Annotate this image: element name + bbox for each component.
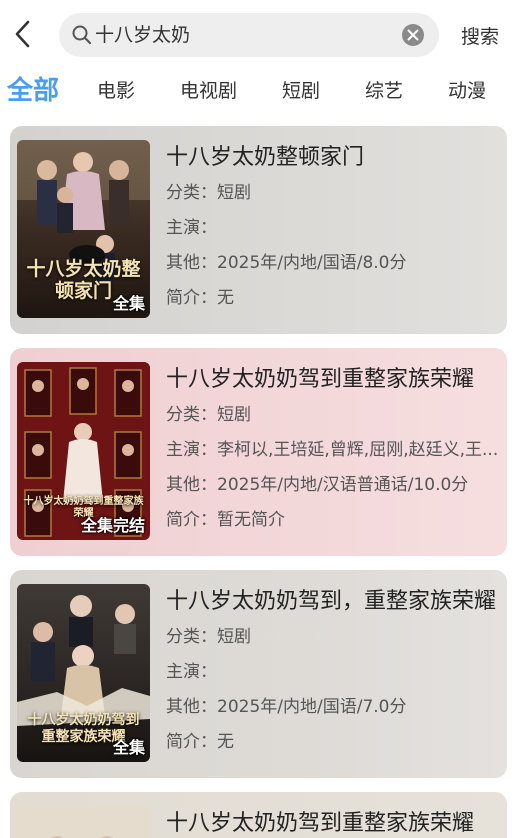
cast-row: 主演：李柯以,王培延,曾辉,屈刚,赵廷义,王... (166, 440, 499, 460)
category-value: 短剧 (217, 183, 251, 203)
top-bar: 搜索 (0, 0, 519, 68)
result-card[interactable]: 十八岁太奶奶驾到重整家族荣耀 (10, 792, 507, 838)
other-row: 其他：2025年/内地/汉语普通话/10.0分 (166, 475, 469, 495)
intro-row: 简介：无 (166, 288, 234, 308)
poster-image: 十八岁太奶整顿家门 全集 (17, 140, 150, 318)
poster-image: 十八岁太奶奶驾到重整家族荣耀 全集完结 (17, 362, 150, 540)
other-value: 2025年/内地/国语/7.0分 (217, 697, 407, 717)
result-title[interactable]: 十八岁太奶奶驾到重整家族荣耀 (166, 364, 500, 396)
category-row: 分类：短剧 (166, 627, 251, 647)
other-value: 2025年/内地/国语/8.0分 (217, 253, 407, 273)
cast-row: 主演： (166, 218, 217, 238)
back-button[interactable] (8, 16, 38, 52)
result-title[interactable]: 十八岁太奶奶驾到重整家族荣耀 (166, 808, 500, 838)
result-card[interactable]: 十八岁太奶整顿家门 全集 十八岁太奶整顿家门 分类：短剧 主演： 其他：2025… (10, 126, 507, 334)
intro-value: 无 (217, 288, 234, 308)
tab-variety[interactable]: 综艺 (365, 76, 403, 103)
intro-value: 暂无简介 (217, 510, 285, 530)
search-icon (71, 24, 93, 46)
search-box[interactable] (59, 13, 439, 57)
intro-row: 简介：暂无简介 (166, 510, 285, 530)
category-row: 分类：短剧 (166, 183, 251, 203)
poster-image: 十八岁太奶奶驾到重整家族荣耀 全集 (17, 584, 150, 762)
tab-all[interactable]: 全部 (7, 70, 59, 107)
episode-badge: 全集 (112, 294, 145, 313)
search-input[interactable] (95, 13, 385, 57)
category-value: 短剧 (217, 405, 251, 425)
poster-image (17, 806, 150, 838)
other-row: 其他：2025年/内地/国语/8.0分 (166, 253, 407, 273)
chevron-left-icon (15, 20, 30, 48)
other-value: 2025年/内地/汉语普通话/10.0分 (217, 475, 469, 495)
result-card[interactable]: 十八岁太奶奶驾到重整家族荣耀 全集 十八岁太奶奶驾到，重整家族荣耀 分类：短剧 … (10, 570, 507, 778)
result-title[interactable]: 十八岁太奶整顿家门 (166, 142, 500, 174)
category-tabs: 全部 电影 电视剧 短剧 综艺 动漫 (0, 68, 519, 112)
other-row: 其他：2025年/内地/国语/7.0分 (166, 697, 407, 717)
category-row: 分类：短剧 (166, 405, 251, 425)
episode-badge: 全集 (112, 738, 145, 757)
search-button[interactable]: 搜索 (461, 22, 499, 49)
tab-tv-series[interactable]: 电视剧 (180, 76, 237, 103)
category-value: 短剧 (217, 627, 251, 647)
clear-icon[interactable] (402, 24, 424, 46)
result-card[interactable]: 十八岁太奶奶驾到重整家族荣耀 全集完结 十八岁太奶奶驾到重整家族荣耀 分类：短剧… (10, 348, 507, 556)
cast-row: 主演： (166, 662, 217, 682)
episode-badge: 全集完结 (80, 516, 145, 535)
intro-row: 简介：无 (166, 732, 234, 752)
tab-movie[interactable]: 电影 (97, 76, 135, 103)
tab-short-drama[interactable]: 短剧 (282, 76, 320, 103)
intro-value: 无 (217, 732, 234, 752)
result-title[interactable]: 十八岁太奶奶驾到，重整家族荣耀 (166, 586, 500, 618)
tab-anime[interactable]: 动漫 (448, 76, 486, 103)
cast-value: 李柯以,王培延,曾辉,屈刚,赵廷义,王... (217, 440, 499, 460)
